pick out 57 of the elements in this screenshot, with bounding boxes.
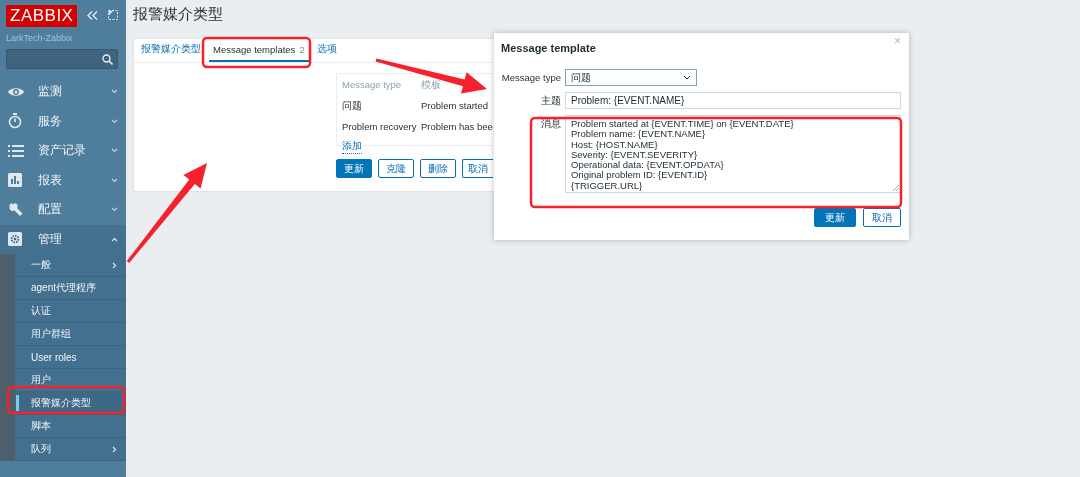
menu-item[interactable]: 资产记录 — [0, 136, 126, 166]
chevron-down-icon — [111, 207, 118, 213]
table-cell-text: Problem has bee — [421, 121, 494, 132]
submenu-item[interactable]: 认证 — [15, 300, 126, 323]
chevron-up-icon — [111, 236, 118, 242]
message-type-select[interactable]: 问题 — [565, 69, 697, 86]
update-button[interactable]: 更新 — [336, 159, 372, 178]
field-label: Message type — [501, 71, 561, 85]
dialog-title: Message template — [501, 42, 596, 54]
menu-item[interactable]: 服务 — [0, 106, 126, 136]
page-title: 报警媒介类型 — [133, 5, 224, 24]
form-button[interactable]: 克隆 — [378, 159, 414, 178]
table-cell-text: Problem started — [421, 100, 490, 113]
field-label: 消息 — [540, 117, 561, 131]
submenu-item[interactable]: agent代理程序 — [15, 277, 126, 300]
submenu-item[interactable]: 用户群组 — [15, 323, 126, 346]
gear-icon — [8, 232, 22, 247]
subject-field[interactable]: Problem: {EVENT.NAME} — [565, 92, 901, 109]
cancel-button[interactable]: 取消 — [863, 208, 901, 227]
stopwatch-icon — [8, 113, 22, 130]
menu-item[interactable]: 报表 — [0, 165, 126, 195]
add-link[interactable]: 添加 — [342, 140, 362, 154]
chevron-down-icon — [111, 89, 118, 95]
bar-chart-icon — [8, 173, 22, 188]
tab[interactable]: 选项 — [312, 39, 341, 62]
wrench-icon — [8, 202, 23, 218]
list-icon — [8, 144, 24, 157]
form-button[interactable]: 取消 — [462, 159, 493, 178]
submenu-item[interactable]: 报警媒介类型 — [15, 392, 126, 415]
dropdown-icon — [683, 75, 691, 80]
menu-item[interactable]: 配置 — [0, 195, 126, 225]
search-field[interactable] — [6, 49, 118, 69]
eye-icon — [8, 86, 24, 97]
submenu-item[interactable]: 队列 — [15, 438, 126, 461]
table-cell-text: Problem recovery — [342, 121, 418, 132]
tab[interactable]: 报警媒介类型 — [137, 39, 205, 62]
message-field[interactable]: Problem started at {EVENT.TIME} on {EVENT.DATE} Problem name: {EVENT.NAME} Host: {HOST.NAME} Severity: {EVENT.SEVERITY} Operational data: {EVENT.OPDATA} Original problem ID: {EVENT.ID} {TRIGGER.URL} — [565, 115, 901, 193]
collapse-icon[interactable] — [87, 11, 99, 20]
chevron-down-icon — [111, 177, 118, 183]
submenu-item[interactable]: 脚本 — [15, 415, 126, 438]
chevron-down-icon — [111, 118, 118, 124]
update-button[interactable]: 更新 — [814, 208, 856, 227]
expand-icon[interactable] — [107, 10, 118, 20]
form-button[interactable]: 删除 — [420, 159, 456, 178]
search-icon[interactable] — [102, 53, 113, 65]
submenu-item[interactable]: User roles — [15, 346, 126, 369]
logo[interactable]: ZABBIX — [6, 5, 78, 27]
menu-item[interactable]: 管理 — [0, 224, 126, 254]
resize-grip-icon[interactable] — [893, 185, 899, 191]
server-name: LarkTech-Zabbix — [5, 32, 74, 43]
submenu-item[interactable]: 一般 — [15, 254, 126, 277]
menu-item[interactable]: 监测 — [0, 77, 126, 107]
field-label: 主题 — [540, 94, 561, 108]
tab[interactable]: Message templates 2 — [209, 39, 309, 62]
column-header: Message type — [342, 79, 403, 92]
table-cell-text: 问题 — [342, 100, 363, 113]
chevron-down-icon — [111, 148, 118, 154]
